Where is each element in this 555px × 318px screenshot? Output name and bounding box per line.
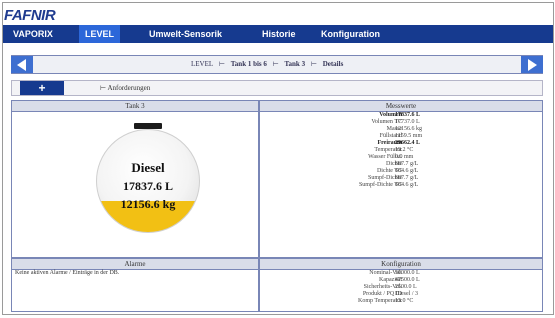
measurement-row: Dichte 687.7 g/L: [260, 161, 542, 168]
add-button[interactable]: +: [20, 81, 64, 95]
measurement-row-value: 19.2 °C: [395, 147, 414, 153]
measurement-row: Masse 12156.6 kg: [260, 126, 542, 133]
breadcrumb-separator: ⊢: [310, 60, 317, 68]
breadcrumb-details: Details: [322, 60, 344, 68]
requests-link[interactable]: ⊢ Anforderungen: [100, 81, 150, 95]
measurement-row: Sumpf-Dichte 687.7 g/L: [260, 175, 542, 182]
menu-level[interactable]: LEVEL: [79, 25, 121, 43]
config-row-value: 15.0 °C: [395, 298, 414, 304]
config-row: Kapazität 47500.0 L: [260, 277, 542, 284]
arrow-right-icon: [528, 59, 537, 71]
measurement-row-value: 12156.6 kg: [395, 126, 422, 132]
measurement-row-value: 684.6 g/L: [395, 168, 419, 174]
tank-panel: Tank 3 Diesel 17837.6 L 12156.6 kg: [11, 100, 259, 258]
measurement-row: Wasser Füllst. 0.0 mm: [260, 154, 542, 161]
config-row-value: 2500.0 L: [395, 284, 417, 290]
configuration-panel: Konfiguration Nominal-Vol. 50000.0 L Kapaz…: [259, 258, 543, 312]
breadcrumb-tanks[interactable]: Tank 1 bis 6: [231, 60, 267, 68]
menu-historie[interactable]: Historie: [256, 25, 302, 43]
alarms-message: Keine aktiven Alarme / Einträge in der D…: [15, 270, 120, 276]
tank-volume: 17837.6 L: [122, 179, 173, 193]
menu-konfiguration[interactable]: Konfiguration: [315, 25, 386, 43]
breadcrumb-level[interactable]: LEVEL: [191, 60, 213, 68]
config-row-value: 50000.0 L: [395, 270, 420, 276]
measurement-row-value: 29662.4 L: [395, 140, 421, 146]
breadcrumb: LEVEL ⊢ Tank 1 bis 6 ⊢ Tank 3 ⊢ Details: [191, 56, 347, 73]
main-menu: VAPORIX LEVEL Umwelt-Sensorik Historie K…: [3, 25, 553, 43]
measurement-row: Freiraum 29662.4 L: [260, 140, 542, 147]
measurement-row-value: 0.0 mm: [395, 154, 414, 160]
config-row: Sicherheits-Vol. 2500.0 L: [260, 284, 542, 291]
menu-vaporix[interactable]: VAPORIX: [7, 25, 59, 43]
config-row: Nominal-Vol. 50000.0 L: [260, 270, 542, 277]
tank-graphic: Diesel 17837.6 L 12156.6 kg: [12, 111, 258, 254]
measurement-row: Volumen TC 17737.0 L: [260, 119, 542, 126]
breadcrumb-separator: ⊢: [272, 60, 279, 68]
measurements-header: Messwerte: [260, 101, 542, 112]
menu-umwelt-sensorik[interactable]: Umwelt-Sensorik: [143, 25, 228, 43]
measurements-panel: Messwerte Volumen 17837.6 L Volumen TC 1773…: [259, 100, 543, 258]
measurement-row-value: 687.7 g/L: [395, 161, 419, 167]
measurement-row: Dichte TC 684.6 g/L: [260, 168, 542, 175]
config-row: Komp Temperatur 15.0 °C: [260, 298, 542, 305]
measurement-row: Sumpf-Dichte TC 684.6 g/L: [260, 182, 542, 189]
measurement-row-value: 17837.6 L: [395, 112, 421, 118]
measurement-row: Volumen 17837.6 L: [260, 112, 542, 119]
navigation-bar: LEVEL ⊢ Tank 1 bis 6 ⊢ Tank 3 ⊢ Details: [11, 55, 543, 74]
measurement-row: Temperatur 19.2 °C: [260, 147, 542, 154]
alarms-panel: Alarme Keine aktiven Alarme / Einträge i…: [11, 258, 259, 312]
measurement-row-value: 684.6 g/L: [395, 182, 419, 188]
measurement-row: Füllstand 1159.5 mm: [260, 133, 542, 140]
next-button[interactable]: [521, 56, 543, 73]
breadcrumb-tank[interactable]: Tank 3: [285, 60, 306, 68]
measurement-row-value: 1159.5 mm: [395, 133, 423, 139]
app-frame: FAFNIR VAPORIX LEVEL Umwelt-Sensorik His…: [2, 2, 554, 315]
action-bar: + ⊢ Anforderungen: [11, 80, 543, 96]
previous-button[interactable]: [11, 56, 33, 73]
configuration-header: Konfiguration: [260, 259, 542, 270]
alarms-header: Alarme: [12, 259, 258, 270]
tank-product: Diesel: [131, 160, 165, 175]
config-row: Produkt / PQ ID Diesel / 3: [260, 291, 542, 298]
arrow-left-icon: [17, 59, 26, 71]
measurement-row-value: 17737.0 L: [395, 119, 420, 125]
tank-mass: 12156.6 kg: [120, 197, 176, 211]
config-row-value: Diesel / 3: [395, 291, 418, 297]
config-row-value: 47500.0 L: [395, 277, 420, 283]
breadcrumb-separator: ⊢: [218, 60, 226, 68]
measurement-row-value: 687.7 g/L: [395, 175, 419, 181]
fafnir-logo: FAFNIR: [4, 7, 56, 24]
tank-body: Diesel 17837.6 L 12156.6 kg: [96, 129, 200, 233]
